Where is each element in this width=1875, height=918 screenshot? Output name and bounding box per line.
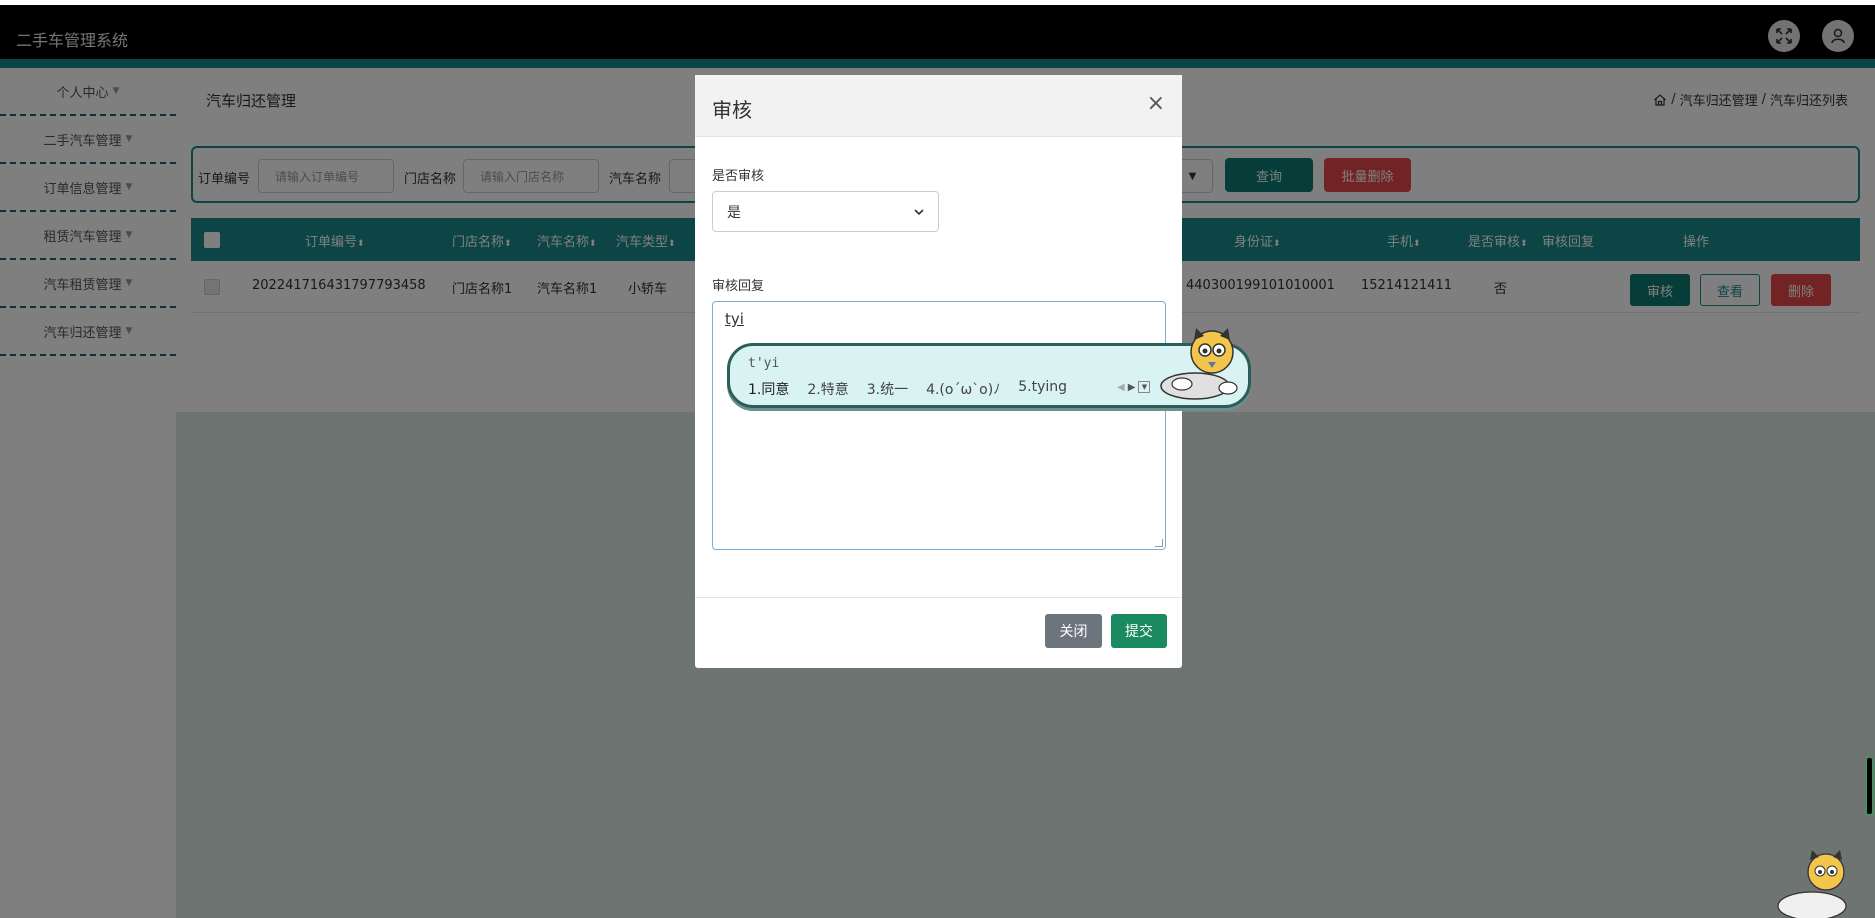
ime-candidate[interactable]: 3.统一 <box>867 379 908 399</box>
scrollbar-thumb[interactable] <box>1866 757 1873 815</box>
modal-title: 审核 <box>712 98 752 122</box>
expand-icon[interactable]: ▼ <box>1138 381 1151 393</box>
submit-button[interactable]: 提交 <box>1111 614 1167 648</box>
close-button[interactable]: 关闭 <box>1045 614 1102 648</box>
close-icon[interactable]: × <box>1147 91 1165 116</box>
prev-page-icon[interactable]: ◀ <box>1117 382 1125 393</box>
audit-reply-label: 审核回复 <box>712 279 765 294</box>
ime-candidate[interactable]: 1.同意 <box>748 379 789 399</box>
ime-candidate-list: 1.同意 2.特意 3.统一 4.(o´ω`o)ﾉ 5.tying <box>748 379 1067 399</box>
audit-reply-text: tyi <box>725 310 744 328</box>
modal-header: 审核 × <box>695 75 1182 137</box>
ime-candidate[interactable]: 4.(o´ω`o)ﾉ <box>926 379 1000 399</box>
audit-reply-textarea[interactable]: tyi <box>712 301 1166 550</box>
ime-composition-text: t'yi <box>748 356 780 371</box>
ime-mascot-cat-icon <box>1160 328 1238 400</box>
desktop-mascot-cat-icon <box>1777 850 1847 918</box>
modal-footer: 关闭 提交 <box>695 597 1182 668</box>
audit-status-select[interactable]: 是 <box>712 191 939 232</box>
ime-candidate[interactable]: 2.特意 <box>807 379 848 399</box>
chevron-down-icon <box>914 208 924 215</box>
next-page-icon[interactable]: ▶ <box>1128 382 1136 393</box>
audit-status-label: 是否审核 <box>712 169 765 184</box>
ime-candidate[interactable]: 5.tying <box>1018 379 1067 399</box>
resize-handle-icon[interactable] <box>1155 539 1163 547</box>
ime-page-nav: ◀ ▶ ▼ <box>1117 381 1151 393</box>
audit-status-value: 是 <box>727 204 741 221</box>
